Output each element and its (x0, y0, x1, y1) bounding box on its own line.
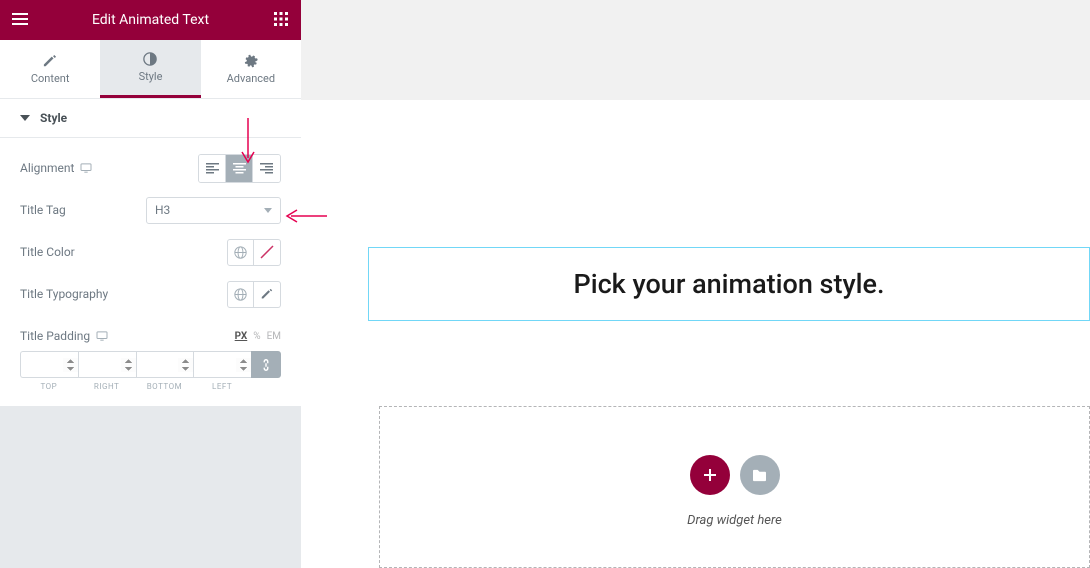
align-right-button[interactable] (253, 155, 280, 182)
align-center-button[interactable] (226, 155, 253, 182)
apps-icon[interactable] (273, 11, 289, 30)
tab-style-label: Style (139, 70, 163, 83)
responsive-icon[interactable] (96, 331, 108, 341)
sidebar-title: Edit Animated Text (28, 12, 273, 28)
control-alignment: Alignment (20, 153, 281, 183)
tab-advanced[interactable]: Advanced (201, 40, 301, 98)
padding-dimensions: TOP RIGHT BOTTOM LEFT (20, 351, 281, 391)
padding-top-label: TOP (41, 382, 58, 391)
section-header-style[interactable]: Style (0, 99, 301, 138)
control-title-tag: Title Tag H3 (20, 195, 281, 225)
title-tag-value: H3 (155, 203, 170, 217)
tab-advanced-label: Advanced (227, 72, 275, 85)
align-left-button[interactable] (199, 155, 226, 182)
alignment-label: Alignment (20, 161, 74, 175)
padding-right-input[interactable] (78, 351, 136, 378)
padding-bottom-label: BOTTOM (147, 382, 182, 391)
global-typography-button[interactable] (227, 281, 254, 308)
control-title-padding: Title Padding PX % EM (20, 321, 281, 351)
contrast-icon (143, 52, 157, 66)
animated-text-widget[interactable]: Pick your animation style. (368, 247, 1090, 321)
chevron-down-icon (264, 208, 272, 213)
padding-bottom-input[interactable] (136, 351, 194, 378)
menu-icon[interactable] (12, 11, 28, 30)
padding-left-input[interactable] (193, 351, 251, 378)
padding-units: PX % EM (235, 331, 281, 342)
padding-right-label: RIGHT (94, 382, 119, 391)
pencil-icon (43, 54, 57, 68)
title-typography-label: Title Typography (20, 287, 108, 301)
tab-content-label: Content (31, 72, 70, 85)
title-color-label: Title Color (20, 245, 75, 259)
canvas-header-area (301, 0, 1090, 100)
control-title-typography: Title Typography (20, 279, 281, 309)
link-values-button[interactable] (251, 351, 281, 378)
tab-style[interactable]: Style (100, 40, 200, 98)
unit-em[interactable]: EM (267, 331, 281, 342)
unit-pct[interactable]: % (253, 331, 260, 342)
title-tag-label: Title Tag (20, 203, 66, 217)
tab-content[interactable]: Content (0, 40, 100, 98)
unit-px[interactable]: PX (235, 331, 248, 342)
control-title-color: Title Color (20, 237, 281, 267)
style-section: Style Alignment Title Tag H3 (0, 99, 301, 406)
template-library-button[interactable] (740, 455, 780, 495)
alignment-buttons (198, 154, 281, 183)
responsive-icon[interactable] (80, 163, 92, 173)
padding-top-input[interactable] (20, 351, 78, 378)
folder-icon (752, 469, 767, 482)
global-color-button[interactable] (227, 239, 254, 266)
caret-down-icon (20, 113, 30, 123)
add-section-button[interactable] (690, 455, 730, 495)
editor-tabs: Content Style Advanced (0, 40, 301, 99)
color-picker-button[interactable] (254, 239, 281, 266)
typography-edit-button[interactable] (254, 281, 281, 308)
gear-icon (244, 54, 258, 68)
sidebar-header: Edit Animated Text (0, 0, 301, 40)
title-tag-select[interactable]: H3 (146, 197, 281, 224)
padding-left-label: LEFT (212, 382, 232, 391)
dropzone-label: Drag widget here (687, 513, 782, 528)
section-title: Style (40, 111, 67, 125)
editor-sidebar: Edit Animated Text Content Style Advance… (0, 0, 301, 568)
plus-icon (702, 467, 718, 483)
title-padding-label: Title Padding (20, 329, 90, 343)
widget-text-content: Pick your animation style. (573, 268, 884, 300)
widget-dropzone[interactable]: Drag widget here (379, 406, 1090, 568)
